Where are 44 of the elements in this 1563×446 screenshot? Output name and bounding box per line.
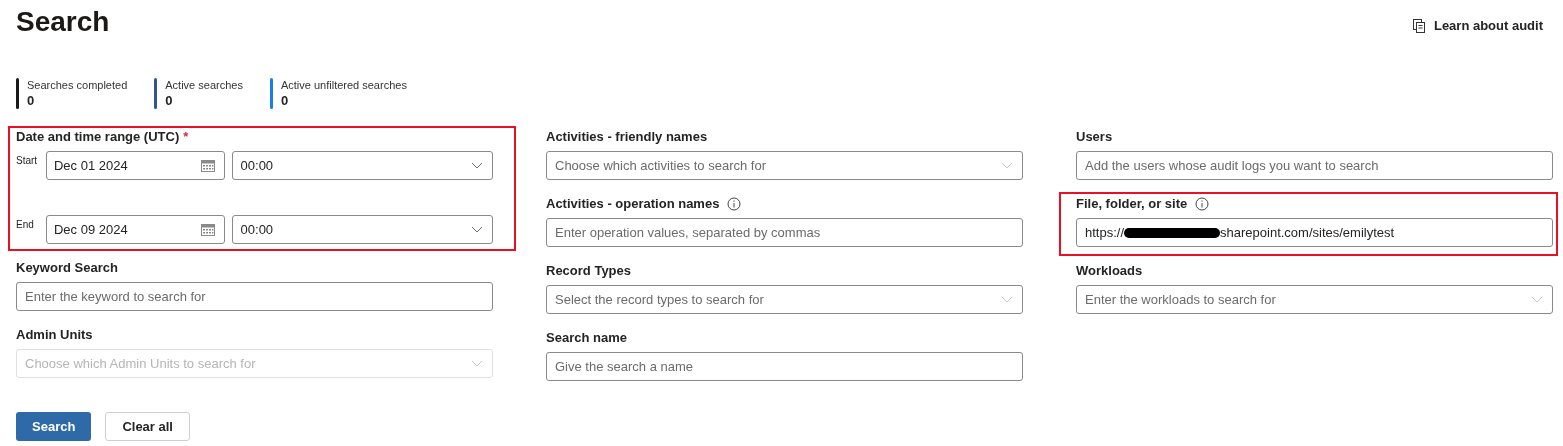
chevron-down-icon xyxy=(471,226,483,233)
chevron-down-icon xyxy=(471,360,483,367)
page-title: Search xyxy=(16,5,110,39)
learn-link[interactable]: Learn about audit xyxy=(1412,16,1543,36)
chevron-down-icon xyxy=(1531,296,1543,303)
field-label: Keyword Search xyxy=(16,259,118,277)
time-dropdown[interactable]: 00:00 xyxy=(231,151,493,180)
date-field[interactable]: Dec 09 2024 xyxy=(45,215,225,244)
clear-button[interactable]: Clear all xyxy=(105,412,190,441)
stat-value: 0 xyxy=(165,92,174,109)
dropdown[interactable]: Select the record types to search for xyxy=(546,285,1023,314)
stat-label: Active searches xyxy=(165,78,243,92)
field-label: Activities - friendly names xyxy=(546,128,708,146)
dropdown[interactable]: Choose which activities to search for xyxy=(546,151,1023,180)
row-label: End xyxy=(16,218,35,231)
chevron-down-icon xyxy=(1001,162,1013,169)
input-field[interactable]: Enter operation values, separated by commas xyxy=(546,218,1023,247)
required-mark: * xyxy=(183,128,189,147)
search-button[interactable]: Search xyxy=(16,412,92,441)
stat-label: Searches completed xyxy=(27,78,128,92)
time-dropdown[interactable]: 00:00 xyxy=(231,215,493,244)
input-field[interactable]: Add the users whose audit logs you want to search xyxy=(1076,151,1553,180)
field-label: File, folder, or site xyxy=(1076,195,1188,213)
input-field[interactable]: Enter the keyword to search for xyxy=(16,282,493,311)
documents-icon xyxy=(1412,18,1426,33)
chevron-down-icon xyxy=(1001,296,1013,303)
field-label: Activities - operation names xyxy=(546,195,720,213)
field-label: Workloads xyxy=(1076,262,1143,280)
field-label: Users xyxy=(1076,128,1113,146)
field-label: Search name xyxy=(546,329,627,347)
chevron-down-icon xyxy=(471,162,483,169)
stat-value: 0 xyxy=(280,92,290,109)
field-label: Admin Units xyxy=(16,326,93,344)
calendar-icon xyxy=(200,159,215,172)
stat-label: Active unfiltered searches xyxy=(280,78,407,92)
field-label: Record Types xyxy=(546,262,631,280)
field-label: Date and time range (UTC) xyxy=(16,128,180,146)
row-label: Start xyxy=(16,154,39,167)
date-field[interactable]: Dec 01 2024 xyxy=(45,151,225,180)
dropdown[interactable]: Enter the workloads to search for xyxy=(1076,285,1553,314)
input-field[interactable]: Give the search a name xyxy=(546,352,1023,381)
stat-value: 0 xyxy=(27,92,36,109)
url-field[interactable]: https:// sharepoint.com/sites/emilytest xyxy=(1076,218,1553,247)
calendar-icon xyxy=(200,223,215,236)
